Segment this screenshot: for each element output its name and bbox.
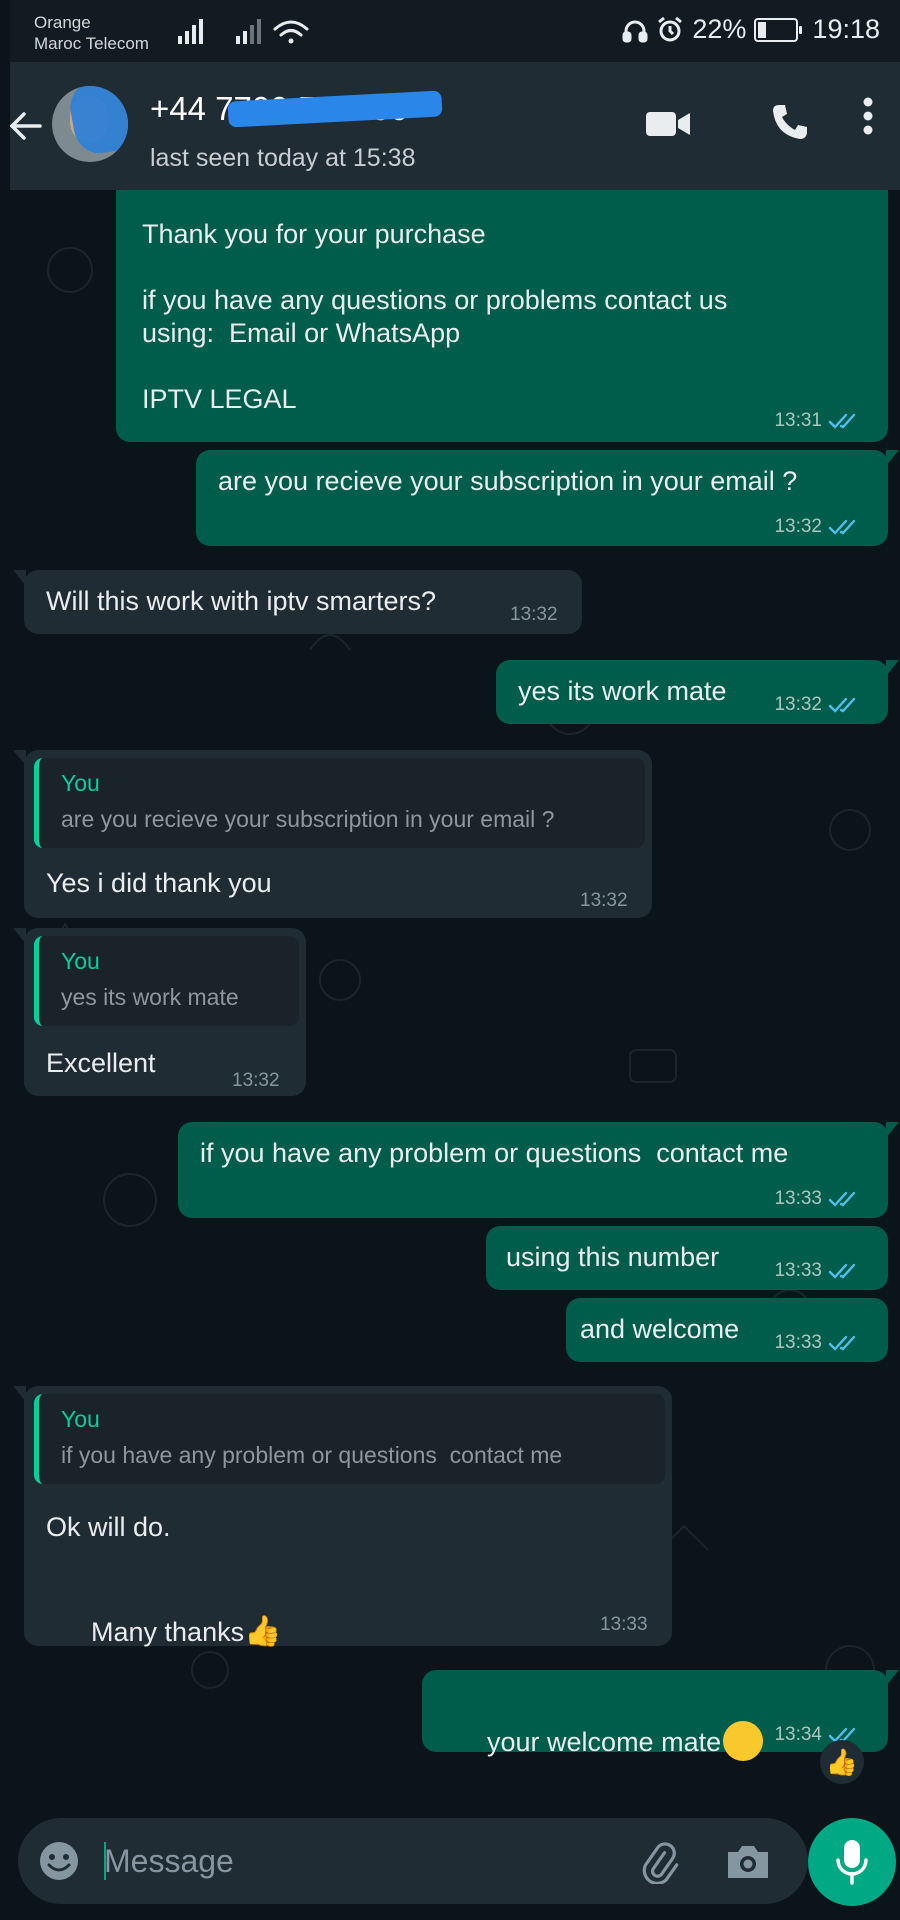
chat-screen: Orange Maroc Telecom 22% 19:18 +44 last … [10,0,900,1920]
outgoing-message[interactable]: if you have any problem or questions con… [178,1122,899,1218]
message-time: 13:33 [774,1188,822,1209]
thumbs-up-emoji: 👍 [244,1615,282,1648]
chat-header: +44 7700 503536 last seen today at 15:38 [10,62,900,190]
wifi-icon [273,20,309,44]
quote-text: yes its work mate [61,984,239,1010]
outgoing-message[interactable]: are you recieve your subscription in you… [196,450,899,546]
message-text: Excellent [46,1048,156,1078]
camera-icon[interactable] [724,1842,772,1882]
incoming-reply-message[interactable]: You if you have any problem or questions… [13,1386,672,1647]
quoted-message[interactable]: You if you have any problem or questions… [34,1394,665,1484]
read-ticks-icon [828,413,856,429]
message-time: 13:32 [580,890,628,911]
alarm-icon [658,16,683,41]
message-text: Yes i did thank you [46,868,272,898]
last-seen-status: last seen today at 15:38 [150,144,416,172]
message-meta: 13:33 [600,1614,648,1636]
message-text: if you have any problem or questions con… [200,1138,789,1168]
message-text-line-2: Many thanks👍 [46,1586,281,1679]
incoming-reply-message[interactable]: You yes its work mate Excellent 13:32 [13,928,306,1096]
message-time: 13:32 [774,694,822,715]
outgoing-message[interactable]: your welcome mate 13:34 [422,1670,899,1761]
message-time: 13:31 [774,410,822,431]
message-meta: 13:33 [774,1332,862,1354]
message-meta: 13:32 [232,1070,280,1092]
read-ticks-icon [828,697,856,713]
battery-percent: 22% [692,14,747,44]
battery-level [758,21,767,38]
message-time: 13:33 [774,1260,822,1281]
avatar-redaction [66,86,128,158]
message-time: 13:33 [600,1614,648,1635]
quote-author: You [61,948,100,974]
message-input[interactable] [104,1838,524,1884]
text-cursor [104,1842,106,1880]
read-ticks-icon [828,1191,856,1207]
quote-text: are you recieve your subscription in you… [61,806,555,832]
read-ticks-icon [828,519,856,535]
status-bar: Orange Maroc Telecom 22% 19:18 [10,0,900,62]
quote-author: You [61,1406,100,1432]
signal-icon [178,19,203,44]
read-ticks-icon [828,1335,856,1351]
carrier-info: Orange Maroc Telecom [34,12,149,54]
outgoing-message[interactable]: yes its work mate 13:32 [496,660,899,724]
incoming-reply-message[interactable]: You are you recieve your subscription in… [13,750,652,918]
message-text: yes its work mate [518,676,727,706]
message-time: 13:34 [774,1724,822,1745]
message-time: 13:32 [510,604,558,625]
message-text: Many thanks [91,1617,245,1647]
message-time: 13:32 [774,516,822,537]
message-time: 13:32 [232,1070,280,1091]
quote-text: if you have any problem or questions con… [61,1442,563,1468]
message-meta: 13:31 [774,410,862,432]
outgoing-message[interactable]: Thank you for your purchase if you have … [116,190,888,442]
message-meta: 13:33 [774,1260,862,1282]
quote-author: You [61,770,100,796]
carrier-network: Maroc Telecom [34,34,149,53]
message-meta: 13:32 [580,890,628,912]
mic-icon [836,1840,868,1885]
message-meta: 13:32 [774,694,862,716]
smiling-face-emoji [723,1721,764,1761]
outgoing-message[interactable]: and welcome 13:33 [566,1298,888,1362]
message-meta: 13:33 [774,1188,862,1210]
voice-call-icon[interactable] [770,102,810,142]
status-right: 22% 19:18 [622,14,880,45]
carrier-name: Orange [34,13,91,32]
message-text-line: your welcome mate [442,1690,764,1792]
quoted-message[interactable]: You are you recieve your subscription in… [34,758,645,848]
clock: 19:18 [812,14,880,44]
voice-message-button[interactable] [808,1818,896,1906]
more-options-icon[interactable] [862,96,874,136]
outgoing-message[interactable]: using this number 13:33 [486,1226,888,1290]
message-text: using this number [506,1242,720,1272]
signal-icon [236,19,261,44]
message-text-line-1: Ok will do. [46,1512,171,1542]
message-text: Thank you for your purchase if you have … [142,219,728,414]
avatar[interactable] [52,86,128,162]
message-text: are you recieve your subscription in you… [218,466,798,496]
message-text: Will this work with iptv smarters? [46,586,437,616]
message-composer [18,1818,808,1904]
back-arrow-icon[interactable] [10,106,46,146]
read-ticks-icon [828,1263,856,1279]
message-reaction[interactable]: 👍 [820,1740,864,1784]
message-meta: 13:32 [774,516,862,538]
video-call-icon[interactable] [646,108,692,140]
incoming-message[interactable]: Will this work with iptv smarters? 13:32 [13,570,582,634]
battery-icon [754,17,803,42]
message-meta: 13:32 [510,604,558,626]
attach-icon[interactable] [636,1840,680,1884]
emoji-icon[interactable] [38,1840,80,1882]
quoted-message[interactable]: You yes its work mate [34,936,299,1026]
message-time: 13:33 [774,1332,822,1353]
message-text: and welcome [580,1314,740,1344]
message-text: your welcome mate [487,1727,722,1757]
headphones-icon [622,20,648,42]
